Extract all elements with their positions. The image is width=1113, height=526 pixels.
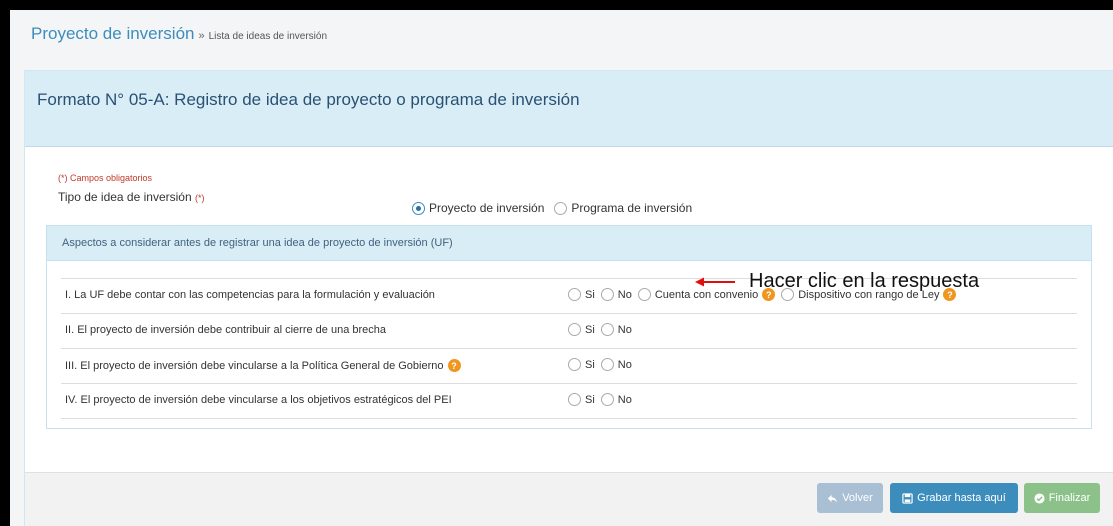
radio-button[interactable] <box>568 393 581 406</box>
option-si[interactable]: Si <box>568 358 595 371</box>
back-button[interactable]: Volver <box>817 483 883 513</box>
radio-button[interactable] <box>554 201 568 215</box>
radio-label: Si <box>585 323 595 336</box>
panel-header: Formato N° 05-A: Registro de idea de pro… <box>25 71 1113 147</box>
finish-button[interactable]: Finalizar <box>1024 483 1100 513</box>
question-row-4: IV. El proyecto de inversión debe vincul… <box>61 383 1077 419</box>
breadcrumb-current: Lista de ideas de inversión <box>208 31 328 42</box>
page-title: Formato N° 05-A: Registro de idea de pro… <box>37 90 580 109</box>
option-no[interactable]: No <box>600 323 632 336</box>
question-row-3: III. El proyecto de inversión debe vincu… <box>61 348 1077 383</box>
radio-label: Programa de inversión <box>571 201 693 215</box>
radio-label: Proyecto de inversión <box>429 201 545 215</box>
radio-proyecto-inversion[interactable]: Proyecto de inversión <box>412 201 544 215</box>
back-button-label: Volver <box>842 492 873 504</box>
breadcrumb: Proyecto de inversión » Lista de ideas d… <box>31 24 327 44</box>
radio-label: Si <box>585 358 595 371</box>
question-text: II. El proyecto de inversión debe contri… <box>65 324 387 336</box>
question-text: IV. El proyecto de inversión debe vincul… <box>65 394 452 406</box>
option-no[interactable]: No <box>600 358 632 371</box>
question-options: Si No <box>568 323 638 336</box>
red-arrow-left-icon <box>695 277 735 286</box>
radio-button[interactable] <box>568 288 581 301</box>
option-no[interactable]: No <box>600 288 632 301</box>
annotation-text: Hacer clic en la respuesta <box>749 270 980 292</box>
radio-button[interactable] <box>637 288 651 301</box>
instruction-annotation: Hacer clic en la respuesta <box>695 270 979 293</box>
app-frame: Proyecto de inversión » Lista de ideas d… <box>10 10 1113 526</box>
reply-icon <box>828 494 838 503</box>
option-si[interactable]: Si <box>568 288 595 301</box>
radio-button[interactable] <box>568 323 581 336</box>
radio-label: No <box>617 323 632 336</box>
question-options: Si No <box>568 393 638 406</box>
radio-label: Si <box>585 393 595 406</box>
radio-label: No <box>617 288 632 301</box>
question-text: III. El proyecto de inversión debe vincu… <box>65 359 444 372</box>
radio-label: No <box>617 358 632 371</box>
radio-button[interactable] <box>600 393 614 406</box>
required-mark: (*) <box>194 193 205 203</box>
radio-button[interactable] <box>600 323 614 336</box>
radio-programa-inversion[interactable]: Programa de inversión <box>554 201 692 215</box>
question-text: I. La UF debe contar con las competencia… <box>65 289 435 301</box>
required-fields-note: (*) Campos obligatorios <box>58 173 153 183</box>
finish-button-label: Finalizar <box>1048 492 1091 504</box>
check-circle-icon <box>1034 492 1045 504</box>
option-no[interactable]: No <box>600 393 632 406</box>
questions-table: I. La UF debe contar con las competencia… <box>61 278 1077 419</box>
question-options: Si No <box>568 358 638 371</box>
save-draft-button[interactable]: Grabar hasta aquí <box>890 483 1018 513</box>
radio-button[interactable] <box>600 288 614 301</box>
floppy-disk-icon <box>902 492 913 504</box>
tipo-idea-label: Tipo de idea de inversión (*) <box>58 190 204 204</box>
question-text-with-help: III. El proyecto de inversión debe vincu… <box>65 359 461 372</box>
question-circle-icon[interactable]: ? <box>447 359 461 372</box>
radio-label: Si <box>585 288 595 301</box>
aspects-header: Aspectos a considerar antes de registrar… <box>47 226 1091 261</box>
breadcrumb-main-link[interactable]: Proyecto de inversión <box>31 24 194 44</box>
save-button-label: Grabar hasta aquí <box>917 492 1006 504</box>
breadcrumb-separator: » <box>198 30 205 42</box>
option-si[interactable]: Si <box>568 323 595 336</box>
aspects-panel: Aspectos a considerar antes de registrar… <box>46 225 1092 429</box>
option-si[interactable]: Si <box>568 393 595 406</box>
radio-button[interactable] <box>600 358 614 371</box>
tipo-idea-radio-group: Proyecto de inversión Programa de invers… <box>412 201 702 215</box>
question-row-2: II. El proyecto de inversión debe contri… <box>61 313 1077 348</box>
radio-button-checked[interactable] <box>412 201 425 215</box>
form-footer: Volver Grabar hasta aquí Finalizar <box>25 472 1113 526</box>
radio-label: No <box>617 393 632 406</box>
tipo-idea-label-text: Tipo de idea de inversión <box>58 190 192 204</box>
radio-button[interactable] <box>568 358 581 371</box>
form-panel: Formato N° 05-A: Registro de idea de pro… <box>24 70 1113 526</box>
